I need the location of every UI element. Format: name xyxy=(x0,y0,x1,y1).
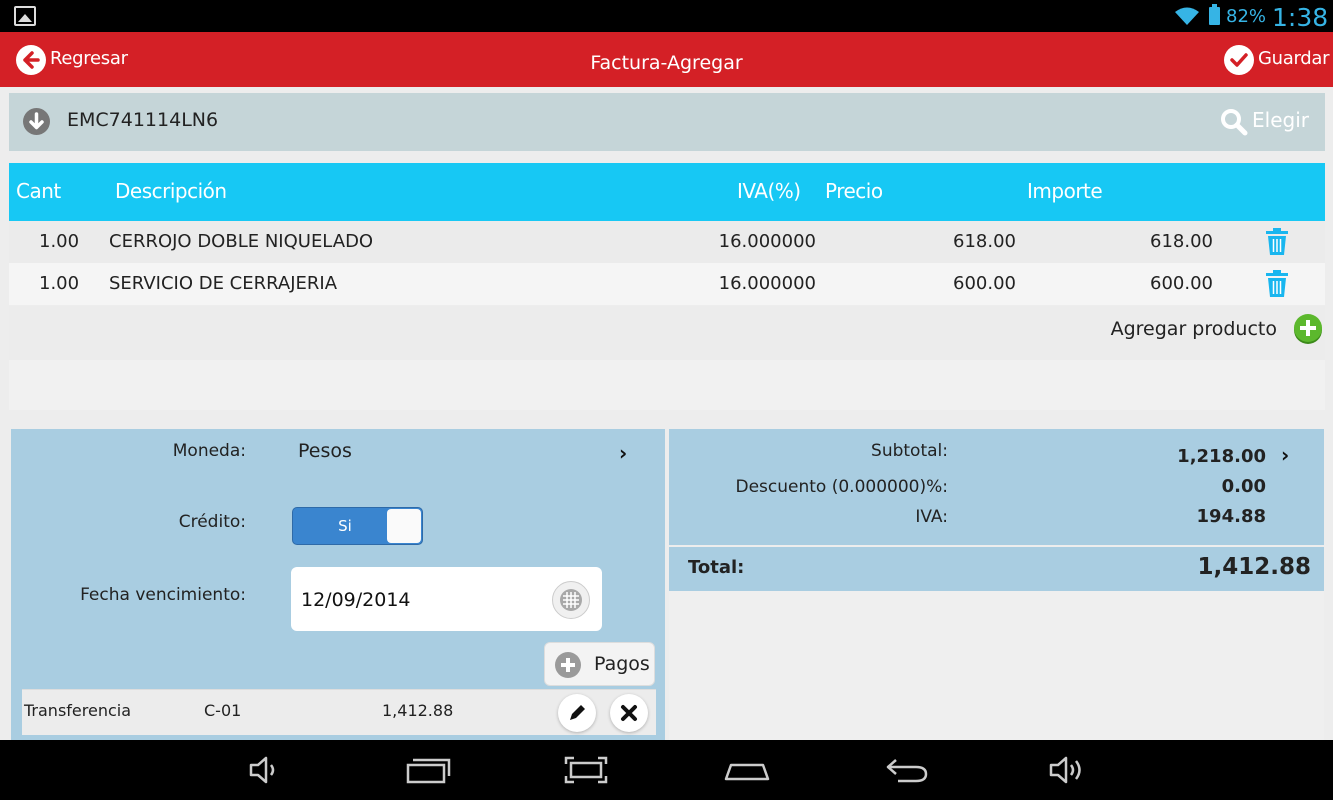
page-title: Factura-Agregar xyxy=(590,52,743,74)
credit-toggle-label: Si xyxy=(338,517,352,535)
delete-payment-button[interactable] xyxy=(610,694,648,732)
payment-method: Transferencia xyxy=(24,701,132,720)
row-iva: 16.000000 xyxy=(718,231,816,252)
plus-icon[interactable] xyxy=(1294,314,1322,342)
wifi-icon xyxy=(1175,7,1199,25)
row-qty: 1.00 xyxy=(39,273,80,294)
recent-apps-icon[interactable] xyxy=(405,754,451,786)
toggle-knob[interactable] xyxy=(387,509,421,543)
plus-icon xyxy=(555,652,581,678)
column-header-price: Precio xyxy=(825,179,883,203)
download-arrow-icon[interactable] xyxy=(23,108,50,135)
column-header-description: Descripción xyxy=(115,179,227,203)
trash-icon[interactable] xyxy=(1265,270,1289,298)
subtotal-label: Subtotal: xyxy=(871,441,948,461)
app-header: Regresar Factura-Agregar Guardar xyxy=(0,32,1333,87)
customer-bar: EMC741114LN6 Elegir xyxy=(9,93,1325,151)
subtotal-value: 1,218.00 xyxy=(1177,446,1266,467)
payment-row[interactable]: Transferencia C-01 1,412.88 xyxy=(22,689,656,735)
add-payment-label: Pagos xyxy=(594,653,650,675)
volume-up-icon[interactable] xyxy=(1047,754,1087,786)
table-row[interactable]: 1.00 SERVICIO DE CERRAJERIA 16.000000 60… xyxy=(9,263,1325,305)
close-icon xyxy=(621,705,637,721)
payment-code: C-01 xyxy=(204,701,242,720)
row-description: SERVICIO DE CERRAJERIA xyxy=(109,273,338,294)
total-row: Total: 1,412.88 xyxy=(669,547,1324,591)
currency-label: Moneda: xyxy=(172,441,246,461)
navigation-bar xyxy=(0,740,1333,800)
trash-icon[interactable] xyxy=(1265,228,1289,256)
iva-value: 194.88 xyxy=(1196,506,1266,527)
due-date-label: Fecha vencimiento: xyxy=(80,585,246,605)
column-header-qty: Cant xyxy=(16,179,61,203)
choose-customer-button[interactable]: Elegir xyxy=(1252,108,1309,132)
row-qty: 1.00 xyxy=(39,231,80,252)
image-notification-icon xyxy=(14,6,36,26)
iva-label: IVA: xyxy=(915,507,948,527)
volume-down-icon[interactable] xyxy=(247,754,281,786)
currency-selector[interactable]: Pesos xyxy=(298,440,352,462)
clock: 1:38 xyxy=(1272,3,1329,32)
add-product-row[interactable]: Agregar producto xyxy=(9,306,1325,360)
payment-amount: 1,412.88 xyxy=(382,701,454,720)
search-icon[interactable] xyxy=(1219,107,1249,137)
invoice-options-panel: Moneda: Pesos › Crédito: Si Fecha vencim… xyxy=(11,429,665,740)
row-total: 600.00 xyxy=(1150,273,1213,294)
empty-row xyxy=(9,360,1325,410)
due-date-field[interactable]: 12/09/2014 xyxy=(291,567,602,631)
status-bar: 82% 1:38 xyxy=(0,0,1333,32)
row-price: 600.00 xyxy=(953,273,1016,294)
customer-rfc: EMC741114LN6 xyxy=(67,109,219,131)
column-header-total: Importe xyxy=(1027,179,1103,203)
chevron-right-icon[interactable]: › xyxy=(619,441,627,465)
discount-label: Descuento (0.000000)%: xyxy=(735,477,949,497)
screenshot-icon[interactable] xyxy=(563,754,609,786)
battery-percent: 82% xyxy=(1226,6,1267,27)
due-date-value[interactable]: 12/09/2014 xyxy=(301,589,411,611)
home-icon[interactable] xyxy=(723,754,771,786)
edit-payment-button[interactable] xyxy=(558,694,596,732)
row-price: 618.00 xyxy=(953,231,1016,252)
add-payment-button[interactable]: Pagos xyxy=(544,642,655,686)
total-value: 1,412.88 xyxy=(1197,554,1312,580)
check-icon[interactable] xyxy=(1224,45,1254,75)
pencil-icon xyxy=(570,705,585,720)
totals-panel: Subtotal: 1,218.00 › Descuento (0.000000… xyxy=(669,429,1324,545)
row-total: 618.00 xyxy=(1150,231,1213,252)
row-iva: 16.000000 xyxy=(718,273,816,294)
save-button[interactable]: Guardar xyxy=(1258,48,1330,69)
total-label: Total: xyxy=(688,557,745,578)
calendar-icon[interactable] xyxy=(552,581,590,619)
discount-value: 0.00 xyxy=(1221,476,1266,497)
row-description: CERROJO DOBLE NIQUELADO xyxy=(109,231,374,252)
empty-area xyxy=(669,591,1324,740)
table-row[interactable]: 1.00 CERROJO DOBLE NIQUELADO 16.000000 6… xyxy=(9,221,1325,263)
battery-icon xyxy=(1209,4,1220,25)
add-product-button[interactable]: Agregar producto xyxy=(1111,318,1277,340)
table-header: Cant Descripción IVA(%) Precio Importe xyxy=(9,163,1325,221)
credit-toggle[interactable]: Si xyxy=(292,507,423,545)
credit-label: Crédito: xyxy=(178,512,246,532)
back-icon[interactable] xyxy=(884,754,930,786)
column-header-iva: IVA(%) xyxy=(737,179,801,203)
chevron-right-icon[interactable]: › xyxy=(1281,443,1289,467)
